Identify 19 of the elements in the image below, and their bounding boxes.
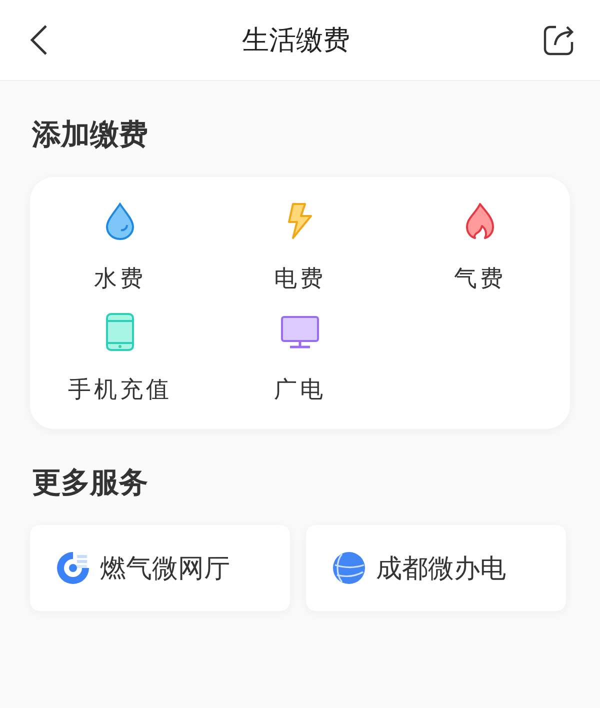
back-button[interactable] [28,23,50,57]
phone-icon [105,312,135,352]
logo-icon [56,551,90,585]
share-button[interactable] [542,23,576,57]
service-button[interactable]: 燃气微网厅 [30,525,290,611]
payment-item[interactable]: 气费 [390,197,570,298]
water-drop-icon [104,202,136,240]
payment-item[interactable]: 电费 [210,197,390,298]
payment-item[interactable]: 水费 [30,197,210,298]
page-title: 生活缴费 [242,24,350,58]
section-title: 添加缴费 [30,116,149,153]
lightning-bolt-icon [285,202,315,240]
globe-logo-icon [332,551,366,585]
payment-item[interactable]: 手机充值 [30,308,210,409]
payment-item[interactable]: 广电 [210,308,390,409]
service-button[interactable]: 成都微办电 [306,525,566,611]
flame-icon [464,202,496,240]
section-title: 更多服务 [31,464,149,501]
monitor-icon [280,315,320,349]
